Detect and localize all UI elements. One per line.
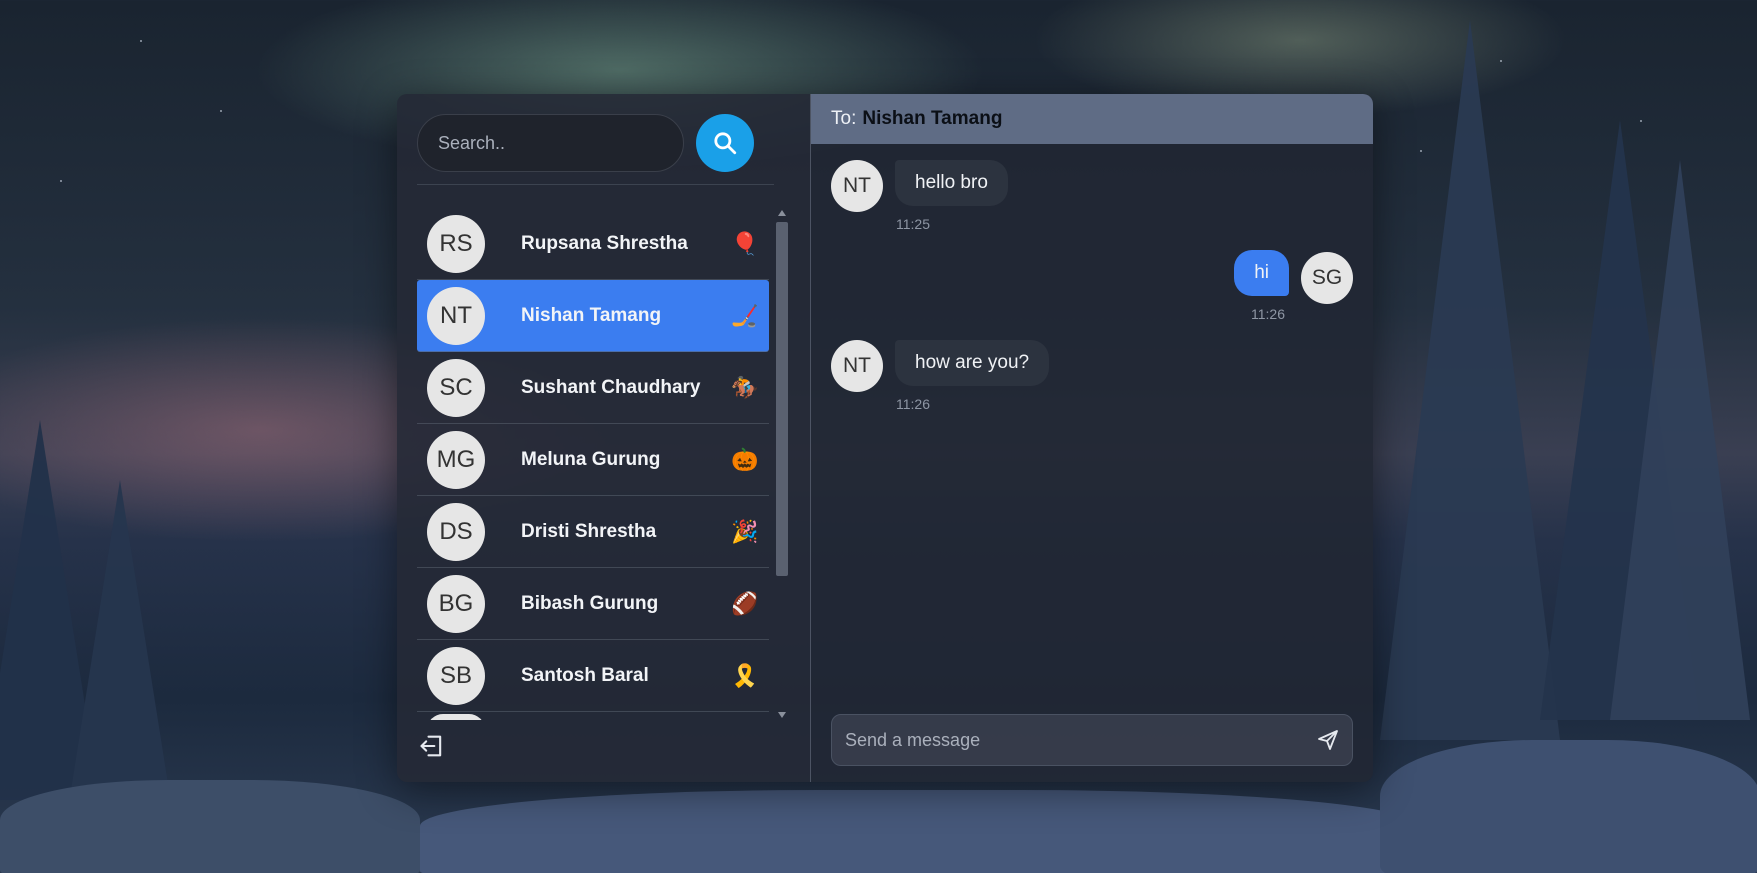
contact-list-scrollbar[interactable] — [775, 208, 789, 720]
chat-header-to-label: To: — [831, 108, 857, 129]
message-bubble: how are you? — [895, 340, 1050, 386]
contact-item[interactable]: DS Dristi Shrestha 🎉 — [417, 496, 769, 568]
message-outgoing: hi SG — [1234, 250, 1353, 304]
contact-name: Bibash Gurung — [521, 592, 659, 614]
message-incoming: NT hello bro — [831, 160, 1008, 212]
contact-item[interactable]: RS Rupsana Shrestha 🎈 — [417, 208, 769, 280]
message-list: NT hello bro 11:25 hi SG 11:26 NT how ar… — [811, 144, 1373, 702]
avatar: SG — [1301, 252, 1353, 304]
avatar: NT — [831, 160, 883, 212]
chat-header: To: Nishan Tamang — [811, 94, 1373, 144]
avatar: SC — [427, 358, 485, 417]
contact-name: Nishan Tamang — [521, 304, 662, 326]
contact-name: Rupsana Shrestha — [521, 232, 688, 254]
message-incoming: NT how are you? — [831, 340, 1050, 392]
send-button[interactable] — [1304, 716, 1352, 764]
message-bubble: hi — [1234, 250, 1289, 296]
party-popper-icon: 🎉 — [731, 518, 759, 544]
contact-name: Dristi Shrestha — [521, 520, 657, 542]
search-icon — [714, 132, 737, 155]
chat-pane: To: Nishan Tamang NT hello bro 11:25 hi … — [810, 94, 1373, 782]
message-timestamp: 11:26 — [896, 396, 930, 412]
ribbon-icon: 🎗️ — [731, 662, 759, 688]
contact-item[interactable]: SB Santosh Baral 🎗️ — [417, 640, 769, 712]
search-button[interactable] — [696, 114, 754, 172]
scrollbar-thumb[interactable] — [776, 222, 788, 576]
avatar: NT — [427, 286, 485, 345]
avatar — [427, 714, 485, 720]
message-timestamp: 11:25 — [896, 216, 930, 232]
hockey-icon: 🏒 — [731, 302, 759, 328]
horse-racing-icon: 🏇 — [731, 374, 759, 400]
avatar: BG — [427, 574, 485, 633]
contact-name: Meluna Gurung — [521, 448, 661, 470]
logout-button[interactable] — [416, 730, 448, 762]
contact-item[interactable]: BG Bibash Gurung 🏈 — [417, 568, 769, 640]
sidebar-divider — [417, 184, 774, 185]
pumpkin-icon: 🎃 — [731, 446, 759, 472]
avatar: DS — [427, 502, 485, 561]
message-composer — [831, 714, 1353, 766]
avatar: MG — [427, 430, 485, 489]
contact-item[interactable]: NT Nishan Tamang 🏒 — [417, 280, 769, 352]
message-input[interactable] — [832, 715, 1304, 765]
logout-icon — [420, 735, 442, 757]
contact-list: RS Rupsana Shrestha 🎈 NT Nishan Tamang 🏒 SC Sus… — [417, 208, 789, 720]
chat-header-recipient: Nishan Tamang — [862, 108, 1003, 129]
avatar: SB — [427, 646, 485, 705]
send-icon — [1318, 730, 1338, 750]
contact-item[interactable]: MG Meluna Gurung 🎃 — [417, 424, 769, 496]
avatar: RS — [427, 214, 485, 273]
scroll-down-arrow-icon[interactable] — [778, 712, 786, 718]
football-icon: 🏈 — [731, 590, 759, 616]
contact-name: Sushant Chaudhary — [521, 376, 701, 398]
scroll-up-arrow-icon[interactable] — [778, 210, 786, 216]
search-row — [417, 114, 790, 172]
avatar: NT — [831, 340, 883, 392]
contact-item[interactable]: SC Sushant Chaudhary 🏇 — [417, 352, 769, 424]
balloon-icon: 🎈 — [731, 230, 759, 256]
contact-name: Santosh Baral — [521, 664, 649, 686]
message-bubble: hello bro — [895, 160, 1008, 206]
message-timestamp: 11:26 — [1251, 306, 1285, 322]
search-input[interactable] — [417, 114, 684, 172]
